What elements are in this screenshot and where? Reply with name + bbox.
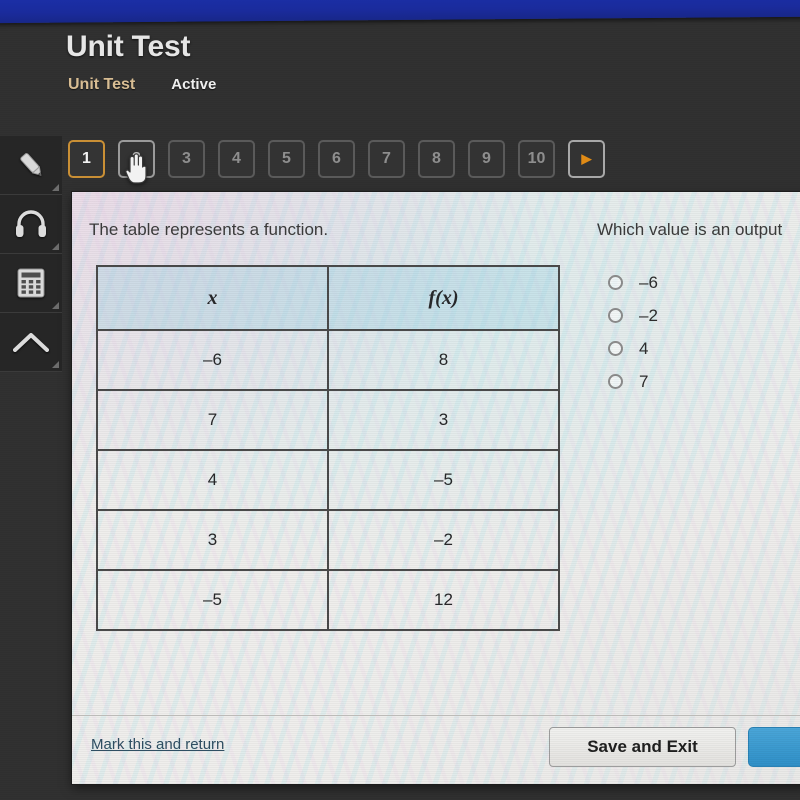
- answer-option[interactable]: 7: [597, 365, 800, 398]
- question-nav-item-8[interactable]: 8: [418, 140, 455, 178]
- next-button[interactable]: [748, 727, 800, 767]
- question-content-card: The table represents a function. x f(x) …: [72, 192, 800, 784]
- question-nav-item-3[interactable]: 3: [168, 140, 205, 178]
- browser-top-bar: [0, 0, 800, 24]
- question-nav-item-10[interactable]: 10: [518, 140, 555, 178]
- table-cell: 12: [327, 569, 560, 631]
- table-cell: –2: [327, 509, 560, 571]
- tool-calculator-button[interactable]: [0, 254, 62, 313]
- table-header-row: x f(x): [96, 265, 560, 331]
- answer-option[interactable]: –6: [597, 266, 800, 299]
- tool-rail: [0, 136, 62, 372]
- headphones-icon: [14, 209, 48, 239]
- table-cell: –5: [96, 569, 329, 631]
- table-cell: 8: [327, 329, 560, 391]
- page-title: Unit Test: [66, 30, 191, 63]
- breadcrumb: Unit Test Active: [68, 76, 216, 94]
- question-nav-next-arrow-icon[interactable]: ▶: [568, 140, 605, 178]
- question-text: Which value is an output: [597, 220, 783, 239]
- save-and-exit-button[interactable]: Save and Exit: [549, 727, 736, 767]
- table-row: –6 8: [96, 329, 560, 391]
- question-nav-item-6[interactable]: 6: [318, 140, 355, 178]
- question-nav: 1 2 3 4 5 6 7 8 9 10 ▶: [68, 140, 605, 178]
- tool-pencil-button[interactable]: [0, 136, 62, 195]
- question-nav-item-1[interactable]: 1: [68, 140, 105, 178]
- tool-collapse-button[interactable]: [0, 313, 62, 372]
- function-table-body: –6 8 7 3 4 –5 3 –2 –5 12: [96, 329, 560, 631]
- table-row: 4 –5: [96, 449, 560, 511]
- question-nav-item-5[interactable]: 5: [268, 140, 305, 178]
- answer-option[interactable]: –2: [597, 299, 800, 332]
- table-cell: –6: [96, 329, 329, 391]
- answer-options: –6 –2 4 7: [597, 266, 800, 398]
- question-prompt: The table represents a function.: [89, 220, 329, 239]
- footer-divider: [72, 715, 800, 716]
- table-row: 3 –2: [96, 509, 560, 571]
- answer-option-label: –6: [639, 272, 658, 292]
- radio-button-icon[interactable]: [608, 275, 623, 290]
- radio-button-icon[interactable]: [608, 308, 623, 323]
- question-nav-item-2[interactable]: 2: [118, 140, 155, 178]
- mark-this-and-return-link[interactable]: Mark this and return: [91, 736, 224, 753]
- tool-headphones-button[interactable]: [0, 195, 62, 254]
- table-cell: 7: [96, 389, 329, 451]
- status-badge: Active: [171, 76, 217, 93]
- question-column: Which value is an output –6 –2 4 7: [597, 220, 800, 398]
- table-header-x: x: [96, 265, 329, 331]
- question-nav-item-9[interactable]: 9: [468, 140, 505, 178]
- calculator-icon: [16, 267, 46, 299]
- table-header-fx: f(x): [327, 265, 560, 331]
- screen-photo: Unit Test Unit Test Active 1 2 3 4 5 6 7…: [0, 0, 800, 800]
- answer-option-label: 4: [639, 338, 649, 358]
- table-cell: –5: [327, 449, 560, 511]
- breadcrumb-test-name: Unit Test: [68, 76, 136, 93]
- pencil-icon: [14, 148, 48, 182]
- table-row: –5 12: [96, 569, 560, 631]
- table-cell: 3: [96, 509, 329, 571]
- radio-button-icon[interactable]: [608, 341, 623, 356]
- chevron-up-icon: [12, 329, 50, 355]
- radio-button-icon[interactable]: [608, 374, 623, 389]
- question-nav-item-7[interactable]: 7: [368, 140, 405, 178]
- answer-option-label: –2: [639, 305, 658, 325]
- table-cell: 3: [327, 389, 560, 451]
- table-cell: 4: [96, 449, 329, 511]
- function-table: x f(x) –6 8 7 3 4 –5 3 –2 –5 12: [96, 265, 560, 631]
- table-row: 73: [96, 389, 560, 451]
- answer-option-label: 7: [639, 371, 649, 391]
- question-nav-item-4[interactable]: 4: [218, 140, 255, 178]
- answer-option[interactable]: 4: [597, 332, 800, 365]
